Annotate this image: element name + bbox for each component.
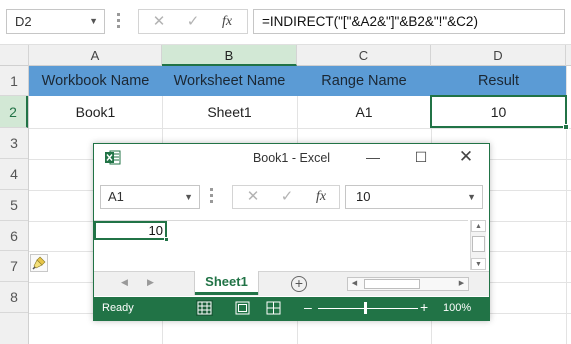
row-header-7[interactable]: 7 (0, 251, 28, 282)
scroll-thumb[interactable] (472, 236, 485, 252)
mini-worksheet-grid[interactable]: 10 (94, 220, 468, 270)
cell-a1[interactable]: Workbook Name (29, 66, 162, 96)
name-box-value: D2 (15, 14, 32, 29)
zoom-in-icon[interactable]: + (420, 299, 428, 315)
mini-formula-input[interactable]: 10 ▼ (345, 185, 483, 209)
insert-function-icon[interactable]: fx (213, 10, 241, 33)
tab-prev-icon[interactable]: ◀ (121, 277, 128, 288)
column-header-c[interactable]: C (297, 45, 431, 66)
scroll-up-icon[interactable]: ▲ (471, 220, 486, 232)
formula-bar: D2 ▼ ✕ ✓ fx =INDIRECT("["&A2&"]"&B2&"!"&… (0, 0, 571, 44)
cancel-icon[interactable]: ✕ (239, 186, 267, 208)
row-header-8[interactable]: 8 (0, 282, 28, 313)
cell-c1[interactable]: Range Name (297, 66, 431, 96)
cell-b1[interactable]: Worksheet Name (162, 66, 297, 96)
row-header-4[interactable]: 4 (0, 159, 28, 190)
page-layout-view-icon[interactable] (235, 301, 250, 315)
zoom-slider[interactable] (318, 308, 418, 309)
row-header-3[interactable]: 3 (0, 128, 28, 159)
column-header-a[interactable]: A (29, 45, 162, 66)
status-text: Ready (102, 302, 134, 314)
column-headers: A B C D (0, 44, 571, 66)
gridline (29, 128, 571, 129)
add-sheet-icon[interactable]: + (291, 276, 307, 292)
sheet-tabs-bar: ◀ ▶ Sheet1 + ◀ ▶ (94, 271, 489, 296)
column-header-b[interactable]: B (162, 45, 297, 66)
cell-c2[interactable]: A1 (297, 96, 431, 127)
mini-formula-bar: A1 ▼ ✕ ✓ fx 10 ▼ (94, 180, 489, 214)
minimize-icon[interactable]: — (363, 147, 383, 167)
paste-options-icon[interactable] (30, 254, 48, 272)
scroll-left-icon[interactable]: ◀ (348, 278, 361, 290)
cancel-icon[interactable]: ✕ (145, 10, 173, 33)
formula-buttons: ✕ ✓ fx (138, 9, 248, 34)
select-all-corner[interactable] (0, 45, 29, 66)
grip-icon[interactable] (117, 13, 121, 30)
excel-window: Book1 - Excel — ☐ ✕ A1 ▼ ✕ ✓ fx 10 ▼ 10 … (93, 143, 490, 321)
mini-formula-value: 10 (356, 189, 371, 204)
normal-view-icon[interactable] (196, 300, 213, 316)
page-break-view-icon[interactable] (266, 301, 281, 315)
horizontal-scrollbar[interactable]: ◀ ▶ (347, 277, 469, 291)
fill-handle[interactable] (164, 237, 169, 242)
insert-function-icon[interactable]: fx (307, 186, 335, 208)
mini-name-box-value: A1 (108, 189, 124, 204)
window-titlebar[interactable]: Book1 - Excel — ☐ ✕ (94, 144, 489, 173)
cell-b2[interactable]: Sheet1 (162, 96, 297, 127)
chevron-down-icon[interactable]: ▼ (467, 186, 476, 208)
name-box[interactable]: D2 ▼ (6, 9, 105, 34)
tab-sheet1[interactable]: Sheet1 (195, 271, 258, 295)
check-icon[interactable]: ✓ (273, 186, 301, 208)
cell-d1[interactable]: Result (431, 66, 566, 96)
scroll-thumb[interactable] (364, 279, 420, 289)
close-icon[interactable]: ✕ (456, 147, 476, 167)
maximize-icon[interactable]: ☐ (411, 147, 431, 167)
row-header-2[interactable]: 2 (0, 96, 28, 128)
zoom-out-icon[interactable]: – (304, 300, 312, 314)
formula-input[interactable]: =INDIRECT("["&A2&"]"&B2&"!"&C2) (253, 9, 565, 34)
row-header-6[interactable]: 6 (0, 221, 28, 251)
grip-icon[interactable] (210, 188, 213, 206)
zoom-level[interactable]: 100% (443, 302, 471, 314)
mini-cell-a1[interactable]: 10 (94, 221, 169, 242)
mini-formula-buttons: ✕ ✓ fx (232, 185, 340, 209)
column-header-d[interactable]: D (431, 45, 566, 66)
vertical-scrollbar[interactable]: ▲ ▼ (470, 220, 486, 270)
status-bar: Ready – + 100% (94, 297, 489, 320)
row-header-1[interactable]: 1 (0, 66, 28, 96)
mini-cell-a1-value: 10 (148, 223, 163, 238)
scroll-down-icon[interactable]: ▼ (471, 258, 486, 270)
cell-a2[interactable]: Book1 (29, 96, 162, 127)
row-header-5[interactable]: 5 (0, 190, 28, 221)
check-icon[interactable]: ✓ (179, 10, 207, 33)
scroll-right-icon[interactable]: ▶ (455, 278, 468, 290)
chevron-down-icon[interactable]: ▼ (184, 186, 193, 208)
row-headers: 1 2 3 4 5 6 7 8 (0, 66, 29, 344)
mini-name-box[interactable]: A1 ▼ (100, 185, 200, 209)
selected-cell-border (430, 95, 569, 130)
tab-next-icon[interactable]: ▶ (147, 277, 154, 288)
chevron-down-icon[interactable]: ▼ (89, 10, 98, 33)
zoom-slider-thumb[interactable] (364, 302, 367, 314)
fill-handle[interactable] (563, 124, 569, 130)
